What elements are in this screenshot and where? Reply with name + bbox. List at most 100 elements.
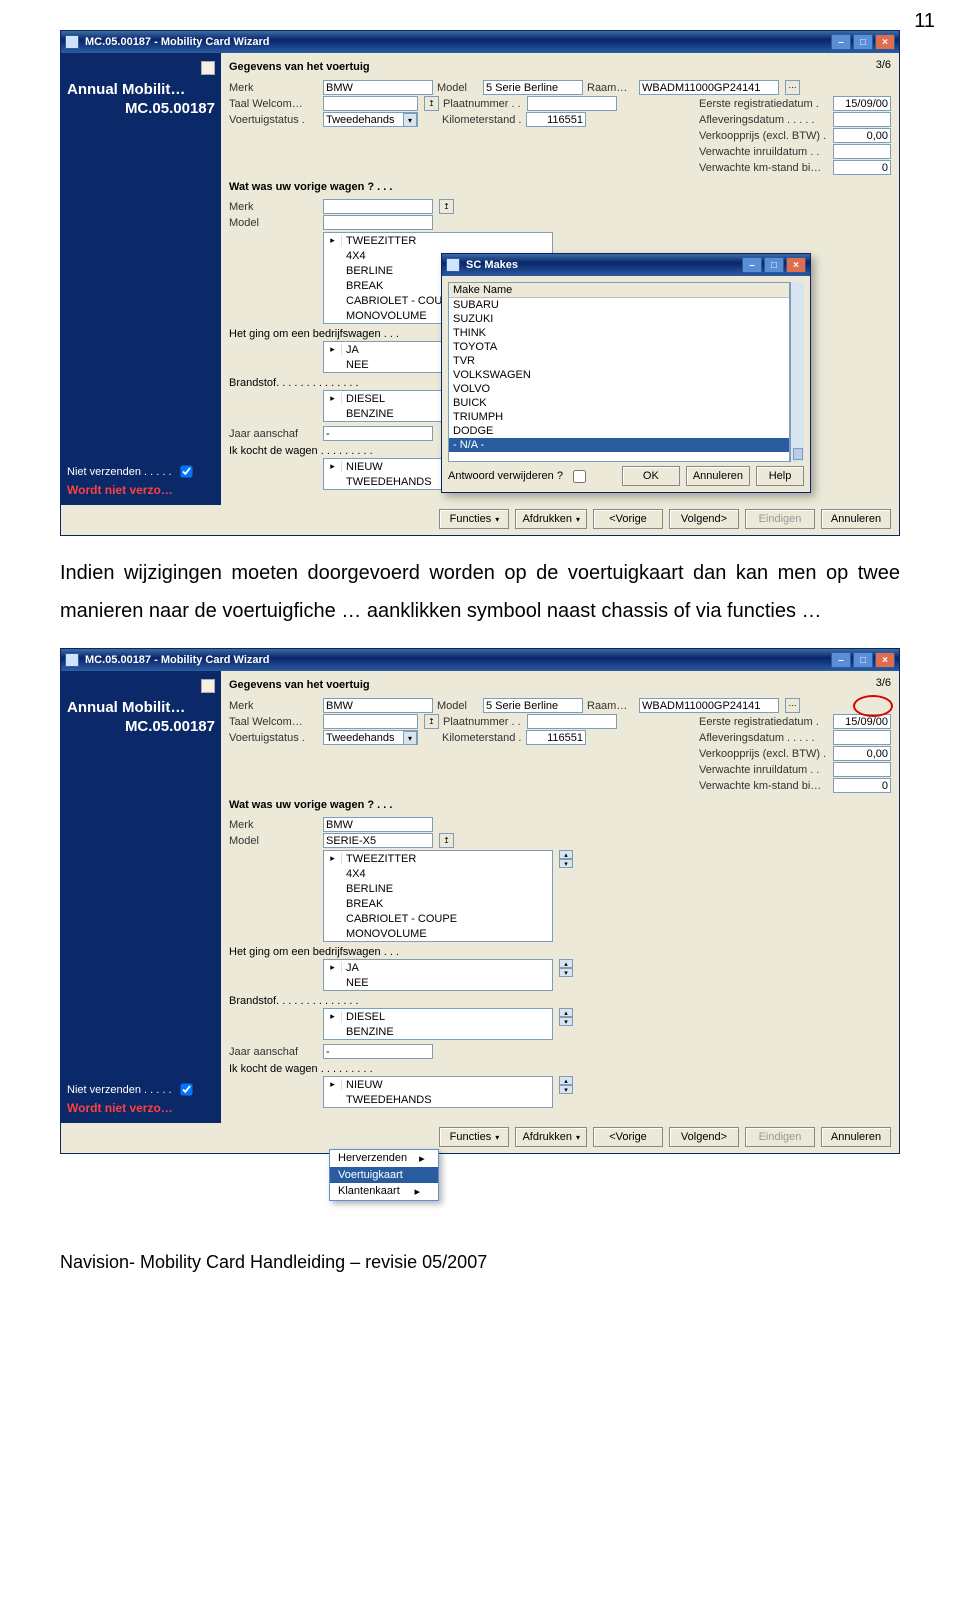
- reg-field[interactable]: 15/09/00: [833, 96, 891, 111]
- menu-herverzenden[interactable]: Herverzenden▸: [330, 1150, 438, 1167]
- list-item[interactable]: BREAK: [342, 280, 387, 292]
- list-item[interactable]: TOYOTA: [449, 340, 789, 354]
- list-item[interactable]: BREAK: [342, 898, 387, 910]
- list-item[interactable]: NEE: [342, 359, 373, 371]
- list-item[interactable]: BERLINE: [342, 265, 397, 277]
- list-item[interactable]: THINK: [449, 326, 789, 340]
- makes-list[interactable]: Make Name SUBARU SUZUKI THINK TOYOTA TVR…: [448, 282, 790, 462]
- edit-icon[interactable]: [201, 679, 215, 693]
- functies-button[interactable]: Functies▾: [439, 509, 509, 529]
- scroll-down-icon[interactable]: ▾: [559, 859, 573, 868]
- scroll-up-icon[interactable]: ▴: [559, 1008, 573, 1017]
- list-item[interactable]: NIEUW: [342, 1079, 387, 1091]
- niet-verzenden-checkbox[interactable]: [180, 466, 192, 478]
- list-item[interactable]: CABRIOLET - COUPE: [342, 913, 461, 925]
- merk-field[interactable]: BMW: [323, 698, 433, 713]
- vorige-button[interactable]: <Vorige: [593, 509, 663, 529]
- close-button[interactable]: ×: [875, 652, 895, 668]
- verkoop-field[interactable]: 0,00: [833, 128, 891, 143]
- prev-merk-field[interactable]: [323, 199, 433, 214]
- afdrukken-button[interactable]: Afdrukken▾: [515, 1127, 587, 1147]
- status-combo[interactable]: Tweedehands ▾: [323, 112, 418, 127]
- popup-annuleren-button[interactable]: Annuleren: [686, 466, 750, 486]
- list-item[interactable]: JA: [342, 962, 363, 974]
- menu-voertuigkaart[interactable]: Voertuigkaart: [330, 1167, 438, 1183]
- popup-close-button[interactable]: ×: [786, 257, 806, 273]
- scroll-down-icon[interactable]: ▾: [559, 968, 573, 977]
- list-item[interactable]: JA: [342, 344, 363, 356]
- afdrukken-button[interactable]: Afdrukken▾: [515, 509, 587, 529]
- titlebar-1[interactable]: MC.05.00187 - Mobility Card Wizard – □ ×: [61, 31, 899, 53]
- titlebar-2[interactable]: MC.05.00187 - Mobility Card Wizard – □ ×: [61, 649, 899, 671]
- prev-model-field[interactable]: SERIE-X5: [323, 833, 433, 848]
- kmstand-field[interactable]: 0: [833, 160, 891, 175]
- list-item[interactable]: TWEEDEHANDS: [342, 1094, 436, 1106]
- vorige-button[interactable]: <Vorige: [593, 1127, 663, 1147]
- list-item[interactable]: BENZINE: [342, 1026, 398, 1038]
- del-answer-checkbox[interactable]: [573, 470, 586, 483]
- km-field[interactable]: 116551: [526, 112, 586, 127]
- chevron-down-icon[interactable]: ▾: [403, 113, 417, 127]
- list-item[interactable]: MONOVOLUME: [342, 928, 431, 940]
- list-item[interactable]: TRIUMPH: [449, 410, 789, 424]
- volgend-button[interactable]: Volgend>: [669, 509, 739, 529]
- kocht-list[interactable]: NIEUW TWEEDEHANDS: [323, 1076, 553, 1108]
- inruil-field[interactable]: [833, 762, 891, 777]
- taal-field[interactable]: [323, 714, 418, 729]
- minimize-button[interactable]: –: [831, 652, 851, 668]
- edit-icon[interactable]: [201, 61, 215, 75]
- list-item[interactable]: BUICK: [449, 396, 789, 410]
- verkoop-field[interactable]: 0,00: [833, 746, 891, 761]
- merk-field[interactable]: BMW: [323, 80, 433, 95]
- popup-help-button[interactable]: Help: [756, 466, 804, 486]
- taal-lookup-button[interactable]: ↥: [424, 96, 439, 111]
- niet-verzenden-checkbox[interactable]: [180, 1084, 192, 1096]
- functies-button[interactable]: Functies▾: [439, 1127, 509, 1147]
- model-field[interactable]: 5 Serie Berline: [483, 698, 583, 713]
- list-item[interactable]: TVR: [449, 354, 789, 368]
- maximize-button[interactable]: □: [853, 34, 873, 50]
- company-list[interactable]: JA NEE: [323, 959, 553, 991]
- popup-maximize-button[interactable]: □: [764, 257, 784, 273]
- popup-ok-button[interactable]: OK: [622, 466, 680, 486]
- prev-merk-lookup-button[interactable]: ↥: [439, 199, 454, 214]
- menu-klantenkaart[interactable]: Klantenkaart▸: [330, 1183, 438, 1200]
- scroll-down-icon[interactable]: ▾: [559, 1017, 573, 1026]
- list-item[interactable]: BERLINE: [342, 883, 397, 895]
- list-item[interactable]: NEE: [342, 977, 373, 989]
- raam-lookup-button[interactable]: ⋯: [785, 698, 800, 713]
- list-item[interactable]: MONOVOLUME: [342, 310, 431, 322]
- list-item[interactable]: 4X4: [342, 868, 370, 880]
- km-field[interactable]: 116551: [526, 730, 586, 745]
- aflever-field[interactable]: [833, 112, 891, 127]
- plaat-field[interactable]: [527, 714, 617, 729]
- raam-field[interactable]: WBADM11000GP24141: [639, 80, 779, 95]
- scrollbar[interactable]: [790, 282, 804, 462]
- taal-lookup-button[interactable]: ↥: [424, 714, 439, 729]
- plaat-field[interactable]: [527, 96, 617, 111]
- list-item[interactable]: BENZINE: [342, 408, 398, 420]
- aflever-field[interactable]: [833, 730, 891, 745]
- popup-titlebar[interactable]: SC Makes – □ ×: [442, 254, 810, 276]
- chevron-down-icon[interactable]: ▾: [403, 731, 417, 745]
- list-item[interactable]: TWEEZITTER: [342, 235, 420, 247]
- body-type-list[interactable]: TWEEZITTER 4X4 BERLINE BREAK CABRIOLET -…: [323, 850, 553, 942]
- close-button[interactable]: ×: [875, 34, 895, 50]
- list-item[interactable]: VOLKSWAGEN: [449, 368, 789, 382]
- scroll-up-icon[interactable]: ▴: [559, 959, 573, 968]
- fuel-list[interactable]: DIESEL BENZINE: [323, 1008, 553, 1040]
- raam-lookup-button[interactable]: ⋯: [785, 80, 800, 95]
- prev-merk-field[interactable]: BMW: [323, 817, 433, 832]
- list-item[interactable]: DODGE: [449, 424, 789, 438]
- list-item[interactable]: SUZUKI: [449, 312, 789, 326]
- jaar-field[interactable]: -: [323, 426, 433, 441]
- raam-field[interactable]: WBADM11000GP24141: [639, 698, 779, 713]
- jaar-field[interactable]: -: [323, 1044, 433, 1059]
- reg-field[interactable]: 15/09/00: [833, 714, 891, 729]
- volgend-button[interactable]: Volgend>: [669, 1127, 739, 1147]
- status-combo[interactable]: Tweedehands ▾: [323, 730, 418, 745]
- annuleren-button[interactable]: Annuleren: [821, 1127, 891, 1147]
- list-item-selected[interactable]: - N/A -: [449, 438, 789, 452]
- list-item[interactable]: SUBARU: [449, 298, 789, 312]
- prev-model-field[interactable]: [323, 215, 433, 230]
